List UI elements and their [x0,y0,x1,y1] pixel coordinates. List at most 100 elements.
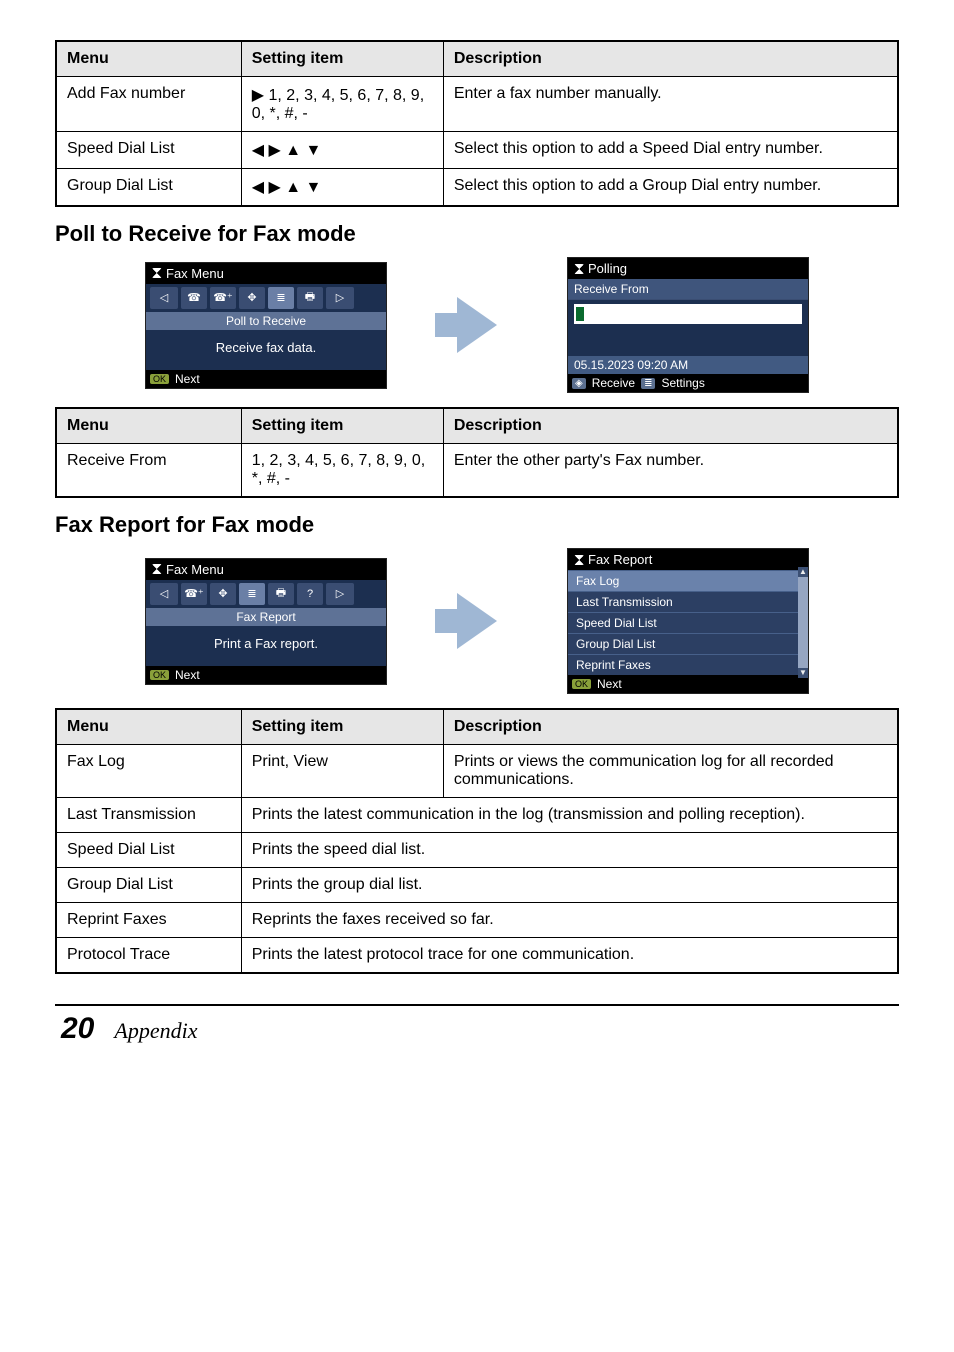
tab-icon[interactable]: ? [297,583,323,605]
screen-title: Polling [568,258,808,279]
status-timestamp: 05.15.2023 09:20 AM [568,356,808,374]
cell-menu: Speed Dial List [56,132,241,169]
nav-left-icon[interactable]: ◁ [150,287,178,309]
tab-icon[interactable]: ≣ [268,287,294,309]
cell-menu: Protocol Trace [56,938,241,974]
heading-fax-report: Fax Report for Fax mode [55,512,899,538]
cell-desc: Enter a fax number manually. [443,77,898,132]
ok-key-icon[interactable]: OK [572,679,591,689]
nav-right-icon[interactable]: ▷ [326,287,354,309]
scroll-up-icon[interactable]: ▲ [798,567,808,577]
screen-title: Fax Menu [146,559,386,580]
tab-icon[interactable]: ☎⁺ [210,287,236,309]
tab-strip: ◁ ☎ ☎⁺ ✥ ≣ 🖶 ▷ [146,284,386,312]
tab-label: Fax Report [146,608,386,626]
table-row: Speed Dial List ◀ ▶ ▲ ▼ Select this opti… [56,132,898,169]
table-fax-report: Menu Setting item Description Fax Log Pr… [55,708,899,974]
settings-key-icon[interactable]: ≣ [641,378,655,389]
cell-menu: Add Fax number [56,77,241,132]
nav-left-icon[interactable]: ◁ [150,583,178,605]
page-number: 20 [61,1012,94,1046]
list-item[interactable]: Fax Log [568,570,808,591]
screens-fax-report: Fax Menu ◁ ☎⁺ ✥ ≣ 🖶 ? ▷ Fax Report Print… [55,548,899,694]
cell-setting: 1, 2, 3, 4, 5, 6, 7, 8, 9, 0, *, #, - [241,444,443,498]
ok-key-icon[interactable]: OK [150,374,169,384]
scrollbar[interactable]: ▲ ▼ [798,567,808,678]
tab-icon[interactable]: ☎⁺ [181,583,207,605]
screen-title: Fax Menu [146,263,386,284]
ok-key-icon[interactable]: OK [150,670,169,680]
list-item[interactable]: Speed Dial List [568,612,808,633]
table-poll-receive: Menu Setting item Description Receive Fr… [55,407,899,498]
cell-span: Reprints the faxes received so far. [241,903,898,938]
screen-title-text: Fax Menu [166,562,224,577]
nav-right-icon[interactable]: ▷ [326,583,354,605]
table-row: Reprint Faxes Reprints the faxes receive… [56,903,898,938]
arrow-right-icon [457,593,497,649]
list-item[interactable]: Group Dial List [568,633,808,654]
tab-icon[interactable]: ☎ [181,287,207,309]
tab-icon[interactable]: ✥ [210,583,236,605]
tab-strip: ◁ ☎⁺ ✥ ≣ 🖶 ? ▷ [146,580,386,608]
table-row: Fax Log Print, View Prints or views the … [56,745,898,798]
th-setting: Setting item [241,408,443,444]
cell-menu: Speed Dial List [56,833,241,868]
receive-from-input[interactable] [574,304,802,324]
cell-setting: Print, View [241,745,443,798]
screen-footer: OK Next [146,666,386,684]
tab-icon[interactable]: 🖶 [297,287,323,309]
footer-action: Next [175,668,200,682]
cell-menu: Fax Log [56,745,241,798]
footer-action: Settings [661,376,704,390]
screen-polling: Polling Receive From 05.15.2023 09:20 AM… [567,257,809,393]
cell-menu: Receive From [56,444,241,498]
screen-fax-report-list: Fax Report Fax Log Last Transmission Spe… [567,548,809,694]
heading-poll-receive: Poll to Receive for Fax mode [55,221,899,247]
cell-desc: Prints or views the communication log fo… [443,745,898,798]
field-label: Receive From [568,279,808,300]
screen-body: Print a Fax report. [146,626,386,666]
tab-icon[interactable]: 🖶 [268,583,294,605]
table-row: Last Transmission Prints the latest comm… [56,798,898,833]
cell-menu: Group Dial List [56,169,241,207]
th-desc: Description [443,408,898,444]
footer-action: Next [597,677,622,691]
cell-desc: Enter the other party's Fax number. [443,444,898,498]
table-row: Group Dial List ◀ ▶ ▲ ▼ Select this opti… [56,169,898,207]
th-setting: Setting item [241,709,443,745]
th-menu: Menu [56,709,241,745]
cursor-icon [576,307,584,321]
screen-fax-menu-report: Fax Menu ◁ ☎⁺ ✥ ≣ 🖶 ? ▷ Fax Report Print… [145,558,387,685]
cell-span: Prints the speed dial list. [241,833,898,868]
cell-menu: Group Dial List [56,868,241,903]
tab-label: Poll to Receive [146,312,386,330]
list-item[interactable]: Reprint Faxes [568,654,808,675]
th-menu: Menu [56,408,241,444]
cell-menu: Reprint Faxes [56,903,241,938]
footer-action: Next [175,372,200,386]
spacer [568,328,808,356]
th-menu: Menu [56,41,241,77]
cell-setting: ◀ ▶ ▲ ▼ [241,132,443,169]
cell-span: Prints the latest communication in the l… [241,798,898,833]
table-row: Protocol Trace Prints the latest protoco… [56,938,898,974]
tab-icon[interactable]: ≣ [239,583,265,605]
screen-footer: ◈ Receive ≣ Settings [568,374,808,392]
screens-poll-receive: Fax Menu ◁ ☎ ☎⁺ ✥ ≣ 🖶 ▷ Poll to Receive … [55,257,899,393]
scroll-down-icon[interactable]: ▼ [798,668,808,678]
screen-title-text: Fax Report [588,552,652,567]
tab-icon[interactable]: ✥ [239,287,265,309]
list-item[interactable]: Last Transmission [568,591,808,612]
cell-desc: Select this option to add a Group Dial e… [443,169,898,207]
page-footer: 20 Appendix [55,1012,899,1046]
table-row: Receive From 1, 2, 3, 4, 5, 6, 7, 8, 9, … [56,444,898,498]
screen-footer: OK Next [568,675,808,693]
screen-footer: OK Next [146,370,386,388]
th-desc: Description [443,41,898,77]
screen-title-text: Fax Menu [166,266,224,281]
cell-setting: ▶ 1, 2, 3, 4, 5, 6, 7, 8, 9, 0, *, #, - [241,77,443,132]
table-row: Speed Dial List Prints the speed dial li… [56,833,898,868]
cell-span: Prints the group dial list. [241,868,898,903]
receive-key-icon[interactable]: ◈ [572,378,586,389]
cell-desc: Select this option to add a Speed Dial e… [443,132,898,169]
